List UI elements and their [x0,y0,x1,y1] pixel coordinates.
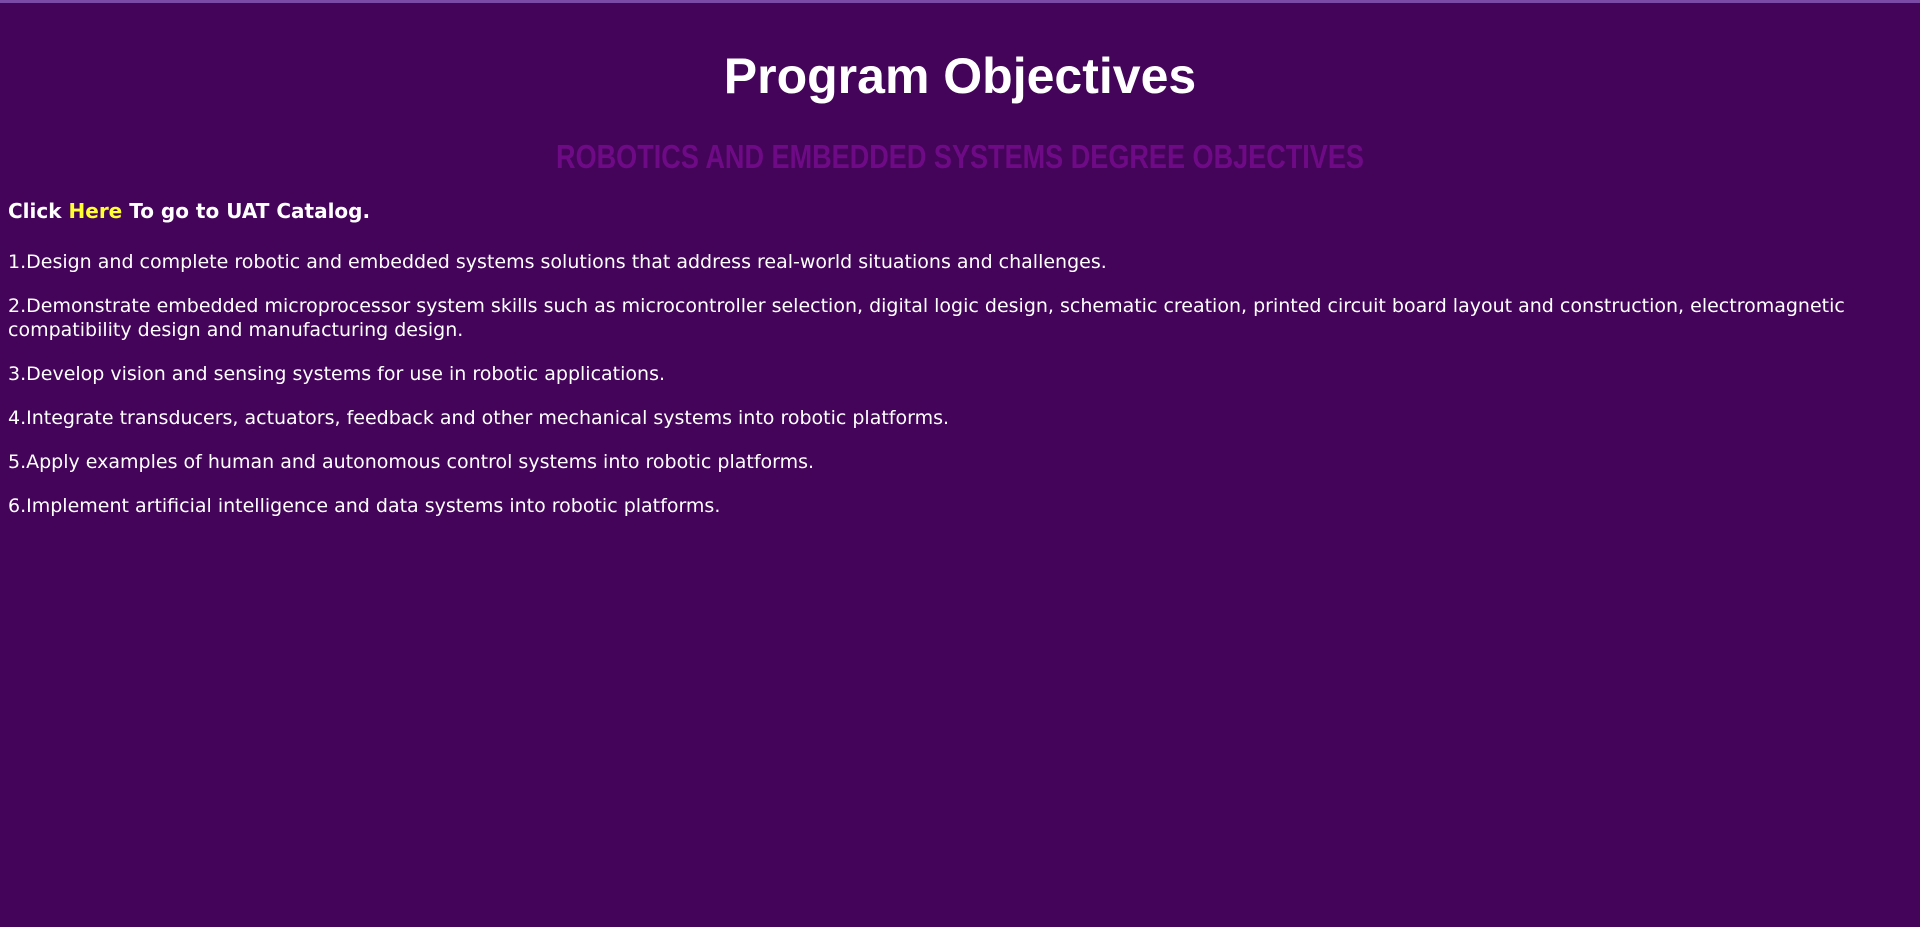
catalog-prefix: Click [8,199,62,223]
objective-item: 1.Design and complete robotic and embedd… [8,251,1107,273]
page-title: Program Objectives [723,48,1197,104]
objective-item: 3.Develop vision and sensing systems for… [8,363,666,385]
objective-item: 4.Integrate transducers, actuators, feed… [8,407,950,429]
objectives-list: 1.Design and complete robotic and embedd… [8,250,1912,538]
objective-item: 2.Demonstrate embedded microprocessor sy… [8,295,1845,341]
objective-item: 6.Implement artificial intelligence and … [8,495,721,517]
objective-item: 5.Apply examples of human and autonomous… [8,451,815,473]
catalog-here-link[interactable]: Here [69,199,123,223]
catalog-suffix: To go to UAT Catalog. [129,199,371,223]
degree-heading: ROBOTICS AND EMBEDDED SYSTEMS DEGREE OBJ… [556,138,1364,175]
catalog-line: Click Here To go to UAT Catalog. [8,198,370,224]
